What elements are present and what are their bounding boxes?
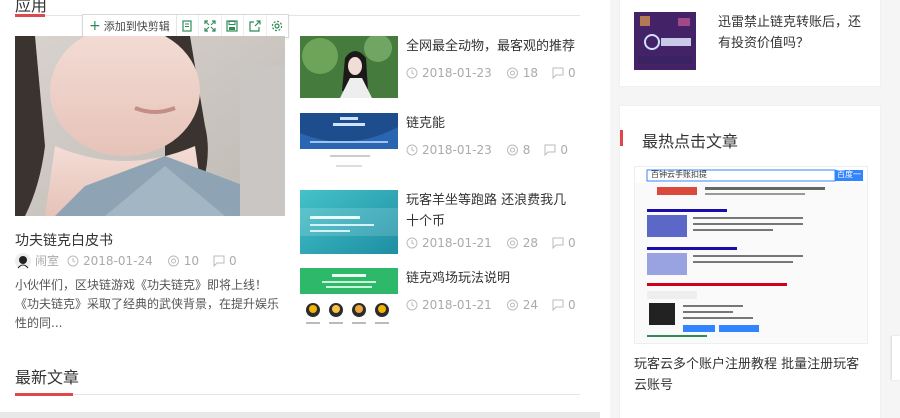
post-comments: 0 <box>568 298 576 312</box>
feature-comments: 0 <box>229 253 237 268</box>
post-comments: 0 <box>568 236 576 250</box>
doc-icon[interactable] <box>177 15 200 37</box>
hot-image-search-button: 百度一 <box>837 170 861 179</box>
post-meta: 2018-01-21 28 0 <box>406 236 590 250</box>
hot-articles-card: 最热点击文章 百钟云手账扣提 百度一 玩客云多个账户注册教程 批量注册玩客云账号 <box>620 106 880 418</box>
section-accent-bar <box>15 14 45 17</box>
section-divider <box>15 394 580 395</box>
feature-article-meta: 闹室 2018-01-24 10 0 <box>15 252 251 269</box>
feature-views: 10 <box>183 253 200 268</box>
share-icon[interactable] <box>244 15 267 37</box>
post-date: 2018-01-21 <box>422 236 492 250</box>
eye-icon <box>506 144 518 156</box>
save-icon[interactable] <box>222 15 245 37</box>
post-date: 2018-01-23 <box>422 143 492 157</box>
clock-icon <box>406 299 418 311</box>
post-views: 8 <box>522 143 531 157</box>
comment-icon <box>544 144 556 156</box>
section-accent-bar <box>15 393 73 396</box>
post-title[interactable]: 玩客羊坐等跑路 还浪费我几十个币 <box>406 190 578 232</box>
post-meta: 2018-01-21 24 0 <box>406 298 590 312</box>
eye-icon <box>167 255 179 266</box>
sidebar-article-thumb[interactable] <box>634 12 696 70</box>
post-views: 18 <box>522 66 539 80</box>
post-title[interactable]: 全网最全动物，最客观的推荐 <box>406 36 578 57</box>
expand-icon[interactable] <box>199 15 222 37</box>
comment-icon <box>552 299 564 311</box>
post-thumbnail[interactable] <box>300 268 398 330</box>
plus-icon: + <box>89 18 101 34</box>
post-thumbnail[interactable] <box>300 113 398 175</box>
sidebar-article-title[interactable]: 迅雷禁止链克转账后，还有投资价值吗？ <box>718 12 868 54</box>
post-meta: 2018-01-23 8 0 <box>406 143 582 157</box>
avatar-icon <box>15 252 31 269</box>
comments-meta: 0 <box>213 254 237 268</box>
hot-articles-title: 最热点击文章 <box>642 132 739 151</box>
comment-icon <box>213 255 225 267</box>
edge-widget[interactable] <box>892 336 900 380</box>
section-title-latest: 最新文章 <box>15 368 80 387</box>
comment-icon <box>552 67 564 79</box>
hot-article-title[interactable]: 玩客云多个账户注册教程 批量注册玩客云账号 <box>634 354 870 396</box>
post-comments: 0 <box>568 66 576 80</box>
post-thumbnail[interactable] <box>300 36 398 98</box>
post-title[interactable]: 链克鸡场玩法说明 <box>406 268 578 289</box>
eye-icon <box>506 299 518 311</box>
next-row-preview <box>0 412 600 418</box>
post-views: 28 <box>522 236 539 250</box>
post-date: 2018-01-21 <box>422 298 492 312</box>
comment-icon <box>552 237 564 249</box>
post-meta: 2018-01-23 18 0 <box>406 66 590 80</box>
add-to-clip-label: 添加到快剪辑 <box>103 20 170 33</box>
hot-image-search-text: 百钟云手账扣提 <box>651 170 707 179</box>
feature-article-image[interactable] <box>15 36 285 216</box>
feature-article-excerpt: 小伙伴们，区块链游戏《功夫链克》即将上线！《功夫链克》采取了经典的武侠背景，在提… <box>15 278 280 330</box>
clock-icon <box>67 255 79 266</box>
eye-icon <box>506 237 518 249</box>
author-avatar[interactable]: 闹室 <box>15 252 59 269</box>
post-thumbnail[interactable] <box>300 190 398 254</box>
author-name[interactable]: 闹室 <box>35 252 59 269</box>
feature-article-title[interactable]: 功夫链克白皮书 <box>15 230 113 250</box>
hot-article-image[interactable]: 百钟云手账扣提 百度一 <box>634 166 868 344</box>
eye-icon <box>506 67 518 79</box>
feature-date: 2018-01-24 <box>83 253 153 268</box>
views-meta: 10 <box>167 254 199 268</box>
date-meta: 2018-01-24 <box>67 254 153 268</box>
post-views: 24 <box>522 298 539 312</box>
clock-icon <box>406 237 418 249</box>
post-date: 2018-01-23 <box>422 66 492 80</box>
clock-icon <box>406 144 418 156</box>
hot-title-accent <box>620 130 623 146</box>
sidebar-card: 迅雷禁止链克转账后，还有投资价值吗？ <box>620 0 880 86</box>
settings-icon[interactable] <box>267 15 288 37</box>
add-to-clip-button[interactable]: + 添加到快剪辑 <box>83 15 177 37</box>
post-title[interactable]: 链克能 <box>406 113 578 134</box>
post-comments: 0 <box>560 143 569 157</box>
clock-icon <box>406 67 418 79</box>
clip-toolbar: + 添加到快剪辑 <box>82 14 289 38</box>
